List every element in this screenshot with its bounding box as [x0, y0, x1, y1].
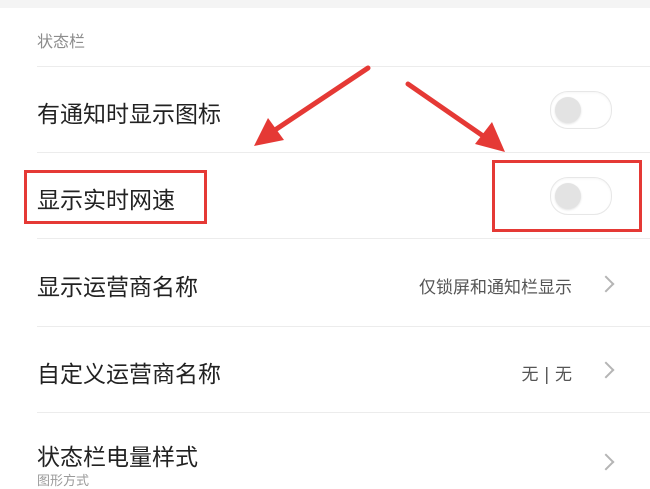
section-header-status-bar: 状态栏 [37, 32, 86, 51]
divider [37, 152, 650, 153]
annotation-box-label [24, 170, 207, 224]
row-label-custom-carrier-name[interactable]: 自定义运营商名称 [37, 355, 221, 389]
row-label-notification-icons: 有通知时显示图标 [37, 102, 221, 128]
top-edge-strip [0, 0, 650, 8]
divider [37, 326, 650, 327]
chevron-right-icon[interactable] [597, 275, 615, 293]
row-subtext-battery-style: 图形方式 [37, 474, 90, 489]
arrow-right-icon [405, 81, 505, 152]
row-label-carrier-name[interactable]: 显示运营商名称 [37, 268, 198, 302]
toggle-knob [555, 97, 581, 123]
arrow-left-icon [254, 65, 371, 146]
row-value-custom-carrier-name: 无 | 无 [521, 365, 572, 385]
chevron-right-icon[interactable] [597, 361, 615, 379]
annotation-box-toggle [492, 160, 642, 232]
divider [37, 238, 650, 239]
divider [37, 66, 650, 67]
row-label-battery-style[interactable]: 状态栏电量样式 [37, 438, 198, 472]
toggle-notification-icons[interactable] [550, 91, 612, 129]
chevron-right-icon[interactable] [597, 453, 615, 471]
row-value-carrier-name: 仅锁屏和通知栏显示 [419, 278, 572, 298]
divider [37, 412, 650, 413]
